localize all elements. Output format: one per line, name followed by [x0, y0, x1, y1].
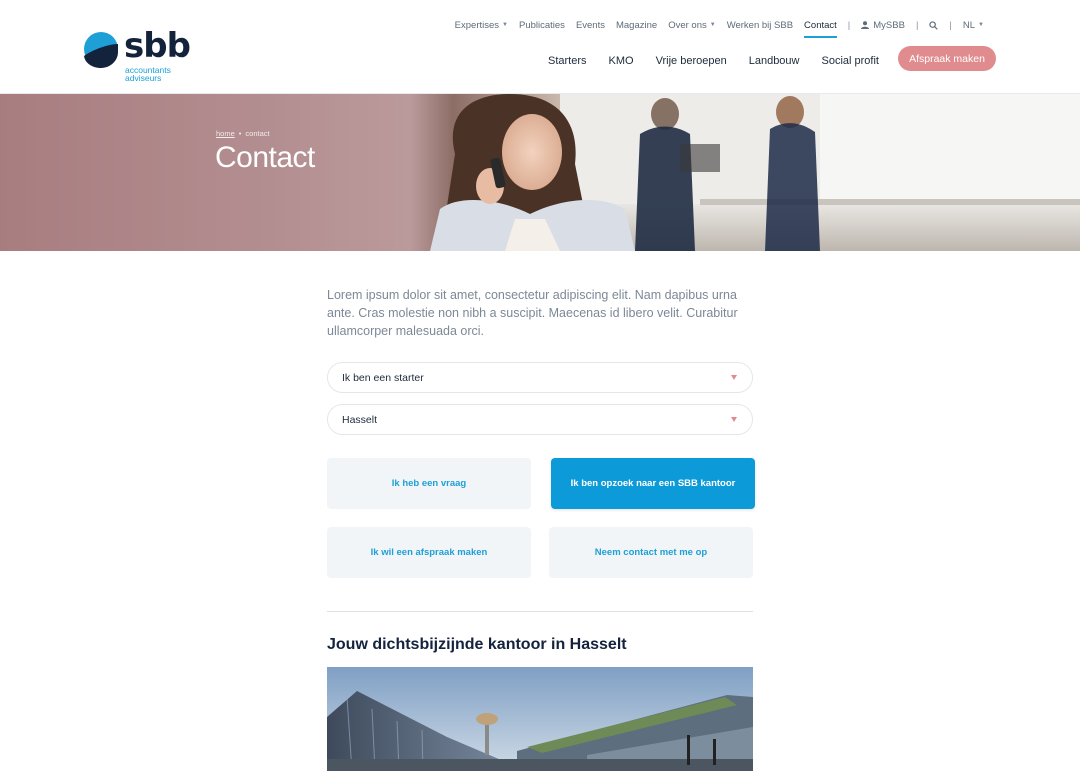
intro-paragraph: Lorem ipsum dolor sit amet, consectetur …	[327, 288, 738, 338]
mysbb-link[interactable]: MySBB	[861, 20, 905, 31]
choice-vraag[interactable]: Ik heb een vraag	[327, 458, 531, 509]
chevron-down-icon: ▼	[978, 22, 984, 28]
nav-separator: |	[949, 19, 952, 31]
top-navigation: Expertises ▼ Publicaties Events Magazine …	[444, 18, 984, 38]
user-icon	[861, 21, 870, 29]
mainnav-vrije-beroepen[interactable]: Vrije beroepen	[656, 55, 727, 67]
topnav-over-ons[interactable]: Over ons ▼	[668, 20, 716, 31]
logo-wordmark: sbb	[124, 26, 191, 66]
chevron-down-icon: ▼	[709, 22, 716, 28]
search-icon	[929, 20, 939, 30]
profile-select-value: Ik ben een starter	[342, 371, 424, 384]
topnav-werken-bij-sbb[interactable]: Werken bij SBB	[727, 20, 793, 31]
choice-contact[interactable]: Neem contact met me op	[549, 527, 753, 578]
caret-down-icon	[731, 417, 737, 422]
mainnav-social-profit[interactable]: Social profit	[822, 55, 879, 67]
sbb-logo[interactable]: sbb accountants adviseurs	[84, 26, 194, 84]
nav-separator: |	[847, 19, 851, 31]
breadcrumb-separator: •	[238, 129, 242, 138]
mainnav-landbouw[interactable]: Landbouw	[749, 55, 800, 67]
breadcrumb-home-link[interactable]: home	[216, 129, 235, 138]
breadcrumb-current: contact	[245, 129, 270, 138]
chevron-down-icon: ▼	[502, 22, 508, 28]
caret-down-icon	[731, 375, 737, 380]
page-title: Contact	[215, 141, 315, 174]
topnav-contact[interactable]: Contact	[804, 20, 837, 38]
location-select-value: Hasselt	[342, 413, 378, 426]
topnav-events[interactable]: Events	[576, 20, 605, 31]
topnav-expertises[interactable]: Expertises ▼	[455, 20, 508, 31]
afspraak-maken-button[interactable]: Afspraak maken	[898, 46, 996, 71]
profile-select[interactable]: Ik ben een starter	[327, 362, 753, 393]
choice-kantoor[interactable]: Ik ben opzoek naar een SBB kantoor	[551, 458, 755, 509]
breadcrumb: home • contact	[216, 129, 270, 138]
office-photo	[327, 667, 753, 771]
nav-separator: |	[915, 19, 919, 31]
language-selector[interactable]: NL ▼	[963, 20, 984, 31]
site-header: sbb accountants adviseurs Expertises ▼ Pu…	[0, 0, 1080, 94]
topnav-magazine[interactable]: Magazine	[616, 20, 657, 31]
location-select[interactable]: Hasselt	[327, 404, 753, 435]
mainnav-kmo[interactable]: KMO	[609, 55, 634, 67]
logo-tagline: accountants adviseurs	[125, 65, 171, 83]
office-building-image	[327, 667, 753, 771]
logo-mark-icon	[84, 32, 118, 68]
search-button[interactable]	[929, 20, 939, 30]
choice-afspraak[interactable]: Ik wil een afspraak maken	[327, 527, 531, 578]
hero-banner: home • contact Contact	[0, 94, 1080, 251]
section-divider	[327, 611, 753, 612]
hero-photo	[430, 94, 1080, 251]
main-navigation: Starters KMO Vrije beroepen Landbouw Soc…	[548, 55, 901, 67]
office-heading: Jouw dichtsbijzijnde kantoor in Hasselt	[327, 636, 627, 653]
topnav-publicaties[interactable]: Publicaties	[519, 20, 565, 31]
mainnav-starters[interactable]: Starters	[548, 55, 587, 67]
